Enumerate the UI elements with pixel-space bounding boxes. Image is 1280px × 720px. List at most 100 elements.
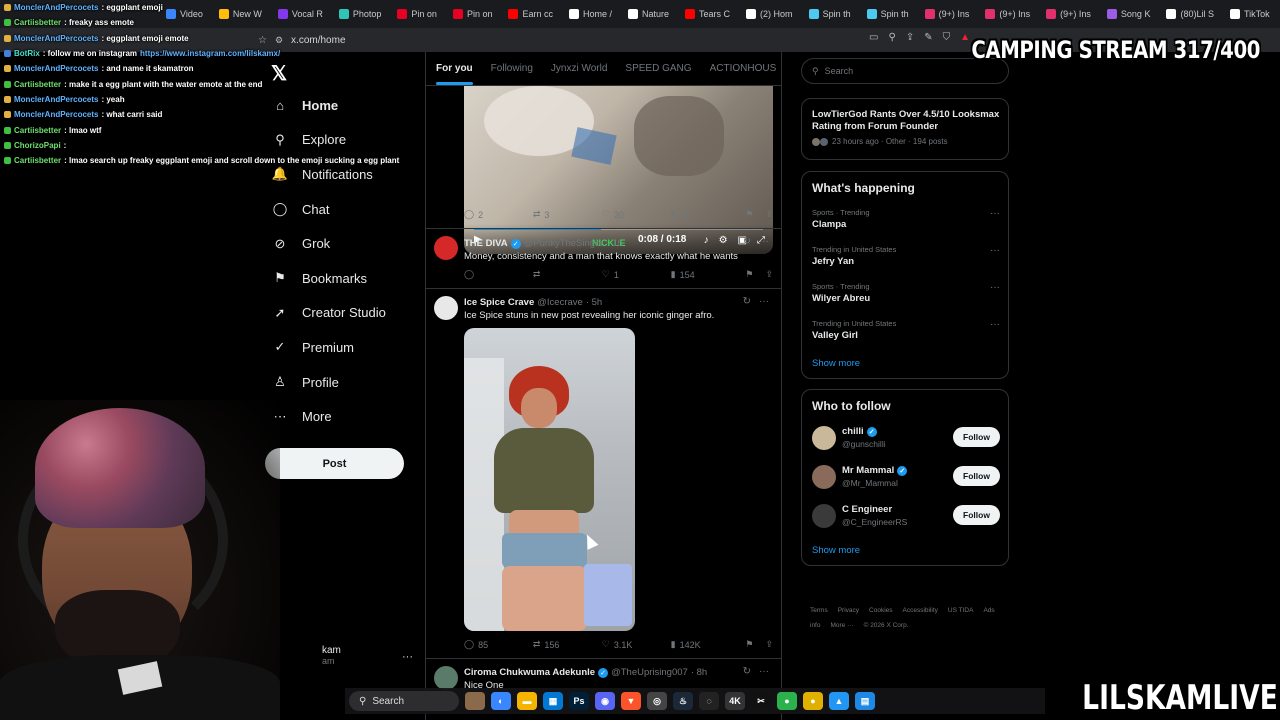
account-name[interactable]: Mr Mammal ✓ bbox=[842, 465, 908, 476]
4k-icon[interactable]: 4K bbox=[725, 692, 745, 710]
bookmark-icon[interactable]: ⚑ bbox=[745, 209, 753, 220]
settings-icon[interactable]: ⚙ bbox=[719, 235, 728, 246]
tweet-photo[interactable] bbox=[464, 328, 635, 631]
browser-tab[interactable]: Earn cc bbox=[502, 3, 561, 25]
feed-tab[interactable]: For you bbox=[436, 63, 473, 85]
extension-icon[interactable]: ✎ bbox=[924, 32, 932, 43]
account-name[interactable]: C Engineer bbox=[842, 504, 892, 515]
photoshop-icon[interactable]: Ps bbox=[569, 692, 589, 710]
avatar[interactable] bbox=[812, 426, 836, 450]
like-button[interactable]: ♡ 3.1K bbox=[602, 639, 671, 650]
show-more-link[interactable]: Show more bbox=[812, 358, 860, 369]
like-button[interactable]: ♡ 20 bbox=[602, 209, 671, 220]
grok-icon[interactable]: ↻ bbox=[743, 666, 751, 677]
account-name[interactable]: chilli ✓ bbox=[842, 426, 877, 437]
file-explorer-icon[interactable]: ▬ bbox=[517, 692, 537, 710]
post-button[interactable]: Post bbox=[265, 448, 404, 479]
feed-tab[interactable]: Jynxzi World bbox=[551, 63, 608, 74]
reply-button[interactable]: ◯ 2 bbox=[464, 209, 533, 220]
tweet-time[interactable]: · 5h bbox=[586, 297, 602, 308]
browser-tab[interactable]: Spin th bbox=[861, 3, 917, 25]
app-orange-icon[interactable]: ● bbox=[803, 692, 823, 710]
follow-button[interactable]: Follow bbox=[953, 466, 1000, 486]
notepad-icon[interactable]: ▤ bbox=[855, 692, 875, 710]
more-icon[interactable]: ··· bbox=[990, 208, 1000, 219]
discord-icon[interactable]: ◉ bbox=[595, 692, 615, 710]
author-name[interactable]: Ice Spice Crave bbox=[464, 297, 534, 308]
nav-item-creator-studio[interactable]: ➚ Creator Studio bbox=[268, 296, 386, 331]
account-more-icon[interactable]: ··· bbox=[402, 651, 413, 663]
feed-tab[interactable]: SPEED GANG bbox=[625, 63, 691, 74]
follow-button[interactable]: Follow bbox=[953, 427, 1000, 447]
grok-icon[interactable]: ↻ bbox=[743, 296, 751, 307]
footer-link[interactable]: Accessibility bbox=[903, 607, 938, 614]
copilot-icon[interactable]: ◐ bbox=[491, 692, 511, 710]
feed-tab[interactable]: ACTIONHOUS bbox=[710, 63, 777, 74]
avatar[interactable] bbox=[434, 236, 458, 260]
brave-rewards-icon[interactable]: ▲ bbox=[960, 32, 970, 43]
like-button[interactable]: ♡ 1 bbox=[602, 269, 671, 280]
author-handle[interactable]: @Icecrave bbox=[537, 297, 583, 308]
mute-icon[interactable]: ♪ bbox=[704, 235, 709, 246]
more-icon[interactable]: ··· bbox=[990, 245, 1000, 256]
browser-tab[interactable]: (9+) Ins bbox=[979, 3, 1038, 25]
footer-link[interactable]: Cookies bbox=[869, 607, 892, 614]
avatar[interactable] bbox=[434, 296, 458, 320]
views-button[interactable]: ▮ 3K bbox=[671, 209, 746, 220]
author-name[interactable]: Ciroma Chukwuma Adekunle bbox=[464, 667, 595, 678]
reply-button[interactable]: ◯ 85 bbox=[464, 639, 533, 650]
footer-link[interactable]: © 2026 X Corp. bbox=[864, 622, 909, 629]
trend-item[interactable]: Trending in United States Valley Girl ··· bbox=[812, 319, 1000, 341]
browser-tab[interactable]: Song K bbox=[1101, 3, 1159, 25]
bookmark-icon[interactable]: ⚑ bbox=[745, 639, 753, 650]
browser-tab[interactable]: (80)Lil S bbox=[1160, 3, 1222, 25]
zoom-icon[interactable]: ⚲ bbox=[888, 32, 895, 43]
shield-icon[interactable]: ⛉ bbox=[943, 32, 951, 43]
nav-item-grok[interactable]: ⊘ Grok bbox=[268, 226, 386, 261]
avatar[interactable] bbox=[812, 504, 836, 528]
chrome-icon[interactable]: ◎ bbox=[647, 692, 667, 710]
follow-button[interactable]: Follow bbox=[953, 505, 1000, 525]
cast-icon[interactable]: ▭ bbox=[869, 32, 878, 43]
obs-icon[interactable]: ◌ bbox=[699, 692, 719, 710]
footer-link[interactable]: US TIDA bbox=[948, 607, 974, 614]
tweet-time[interactable]: · 1h bbox=[607, 238, 623, 249]
browser-tab[interactable]: Home / bbox=[563, 3, 620, 25]
more-icon[interactable]: ··· bbox=[990, 282, 1000, 293]
browser-tab[interactable]: Nature bbox=[622, 3, 677, 25]
views-button[interactable]: ▮ 154 bbox=[671, 269, 746, 280]
brave-icon[interactable]: ▼ bbox=[621, 692, 641, 710]
steam-icon[interactable]: ♨ bbox=[673, 692, 693, 710]
author-name[interactable]: THE DIVA bbox=[464, 238, 508, 249]
author-handle[interactable]: @PunkyTheSinger bbox=[524, 238, 604, 249]
views-button[interactable]: ▮ 142K bbox=[671, 639, 746, 650]
more-icon[interactable]: ··· bbox=[759, 236, 769, 247]
reply-button[interactable]: ◯ bbox=[464, 269, 533, 280]
more-icon[interactable]: ··· bbox=[759, 296, 769, 307]
bookmark-icon[interactable]: ⚑ bbox=[745, 269, 753, 280]
avatar[interactable] bbox=[812, 465, 836, 489]
share-icon[interactable]: ⇪ bbox=[765, 209, 773, 220]
more-icon[interactable]: ··· bbox=[759, 666, 769, 677]
browser-tab[interactable]: Pin on bbox=[447, 3, 501, 25]
repost-button[interactable]: ⇄ bbox=[533, 269, 602, 280]
share-icon[interactable]: ⇪ bbox=[765, 639, 773, 650]
app-blue-icon[interactable]: ▲ bbox=[829, 692, 849, 710]
store-icon[interactable]: ▦ bbox=[543, 692, 563, 710]
browser-tab[interactable]: (2) Hom bbox=[740, 3, 801, 25]
nav-item-premium[interactable]: ✓ Premium bbox=[268, 330, 386, 365]
browser-tab[interactable]: (9+) Ins bbox=[1040, 3, 1099, 25]
more-icon[interactable]: ··· bbox=[990, 319, 1000, 330]
chat-link[interactable]: https://www.instagram.com/lilskamx/ bbox=[140, 49, 280, 58]
share-icon[interactable]: ⇪ bbox=[906, 32, 914, 43]
tweet-time[interactable]: · 8h bbox=[691, 667, 707, 678]
capcut-icon[interactable]: ✂ bbox=[751, 692, 771, 710]
browser-tab[interactable]: (9+) Ins bbox=[919, 3, 978, 25]
nav-item-chat[interactable]: ◯ Chat bbox=[268, 192, 386, 227]
nav-item-more[interactable]: ⋯ More bbox=[268, 399, 386, 434]
widgets-icon[interactable] bbox=[465, 692, 485, 710]
nav-item-bookmarks[interactable]: ⚑ Bookmarks bbox=[268, 261, 386, 296]
footer-link[interactable]: Terms bbox=[810, 607, 828, 614]
browser-tab[interactable]: Tears C bbox=[679, 3, 738, 25]
grok-icon[interactable]: ↻ bbox=[743, 236, 751, 247]
